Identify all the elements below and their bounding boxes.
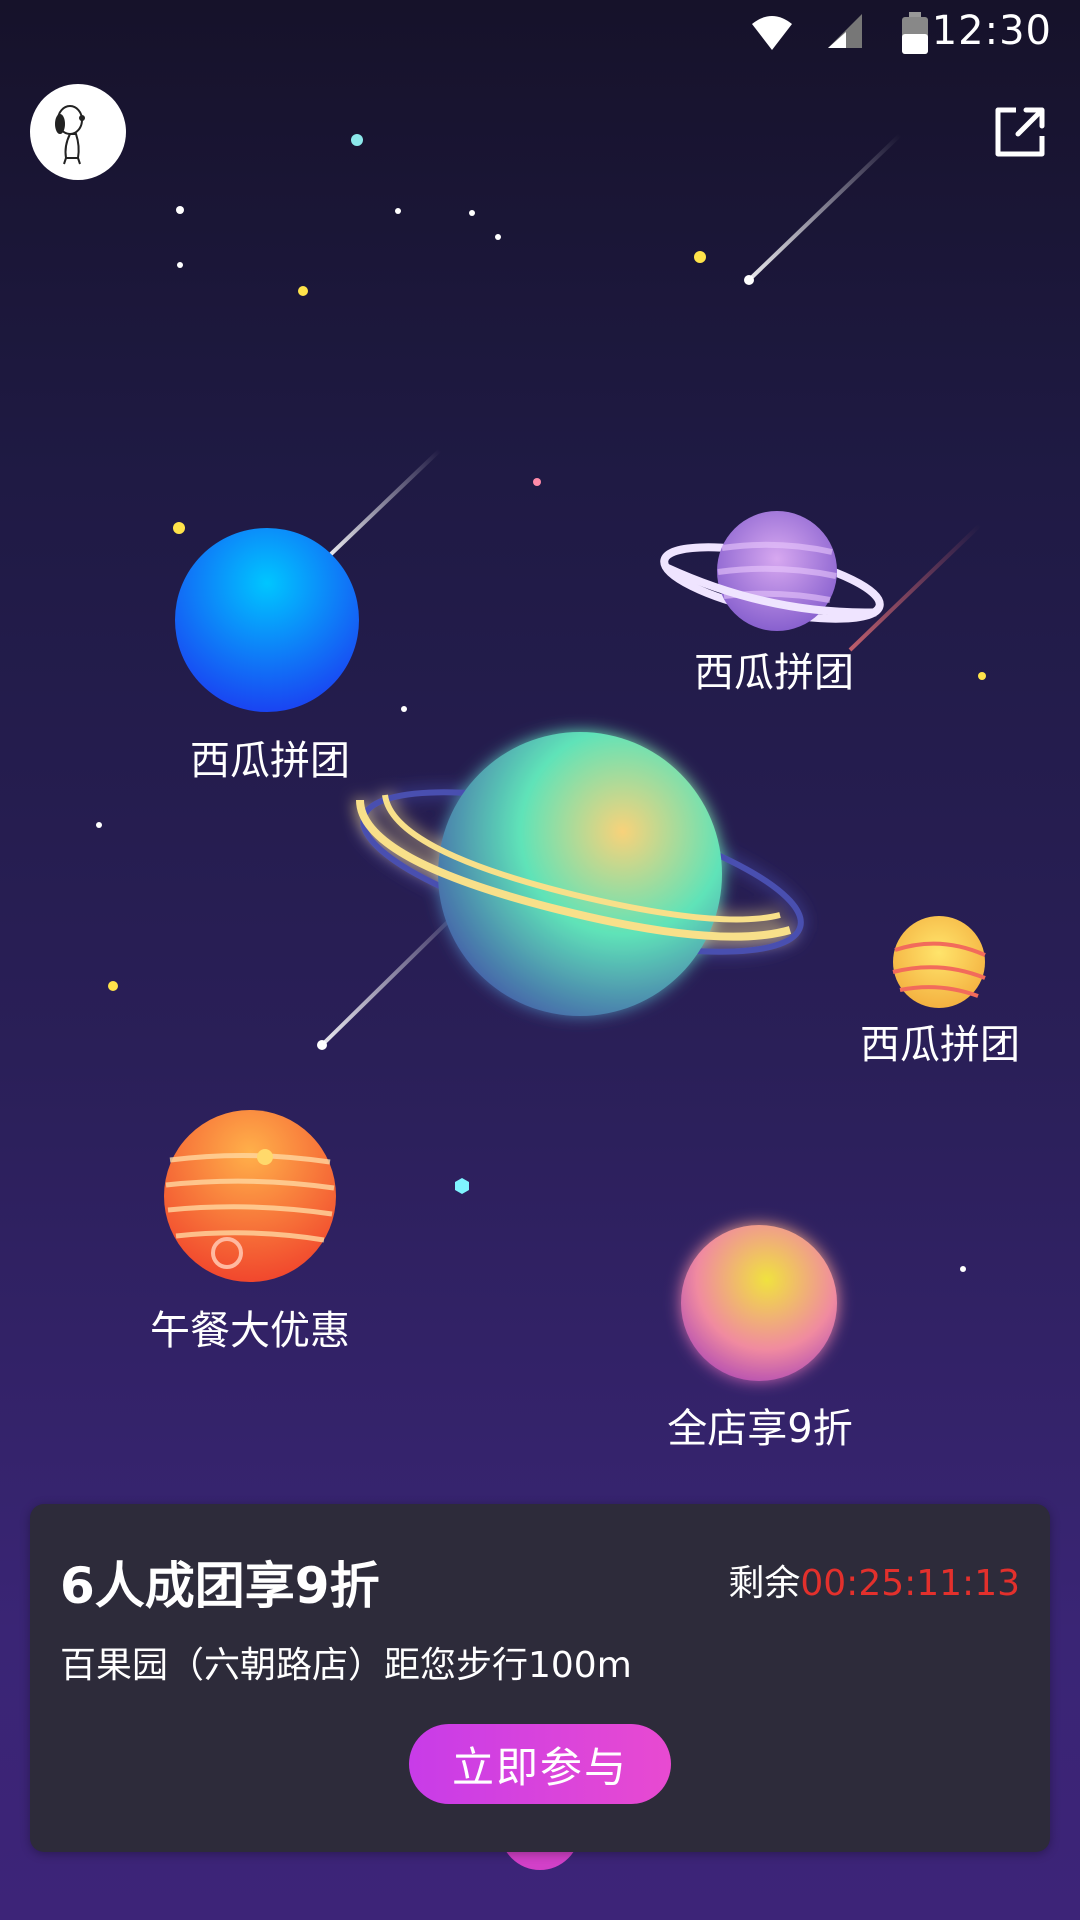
planet-label-yellow[interactable]: 西瓜拼团 xyxy=(860,1012,1020,1070)
remain-label: 剩余 xyxy=(728,1563,801,1604)
planet-red xyxy=(164,1110,336,1282)
group-buy-card: 6人成团享9折 剩余00:25:11:13 百果园（六朝路店）距您步行100m … xyxy=(30,1504,1050,1852)
planet-pink xyxy=(681,1225,837,1381)
planet-center-ringed xyxy=(356,732,804,1016)
planet-label-pink[interactable]: 全店享9折 xyxy=(667,1396,852,1454)
join-button[interactable]: 立即参与 xyxy=(409,1724,671,1804)
store-address: 百果园（六朝路店）距您步行100m xyxy=(60,1645,632,1686)
planet-label-red[interactable]: 午餐大优惠 xyxy=(150,1298,350,1356)
card-title: 6人成团享9折 xyxy=(60,1557,380,1615)
planet-blue xyxy=(175,528,359,712)
remaining-time: 剩余00:25:11:13 xyxy=(728,1554,1020,1606)
planet-label-purple[interactable]: 西瓜拼团 xyxy=(694,640,854,698)
planet-purple-ringed xyxy=(660,511,884,631)
countdown-timer: 00:25:11:13 xyxy=(800,1563,1020,1604)
planet-label-blue[interactable]: 西瓜拼团 xyxy=(190,728,350,786)
planet-small-yellow xyxy=(892,916,986,1008)
planets-layer xyxy=(164,511,986,1381)
